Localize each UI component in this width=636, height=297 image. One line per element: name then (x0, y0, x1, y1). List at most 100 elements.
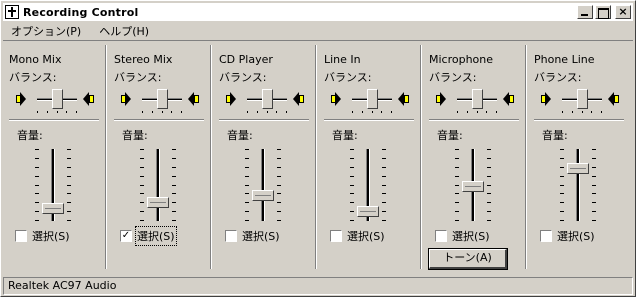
balance-ticks (352, 111, 392, 114)
select-checkbox[interactable] (435, 230, 447, 242)
speaker-left-icon (15, 91, 27, 107)
mixer-panel: Mono Mix バランス: 音量: 選択(S) Stereo Mix バランス: 音量: ✓… (3, 43, 633, 273)
title-bar[interactable]: Recording Control × (3, 3, 633, 21)
volume-slider[interactable] (455, 149, 491, 223)
menu-options[interactable]: オプション(P) (9, 22, 83, 40)
speaker-right-icon (83, 91, 95, 107)
channel-strip: Mono Mix バランス: 音量: 選択(S) (3, 43, 107, 273)
select-checkbox[interactable] (540, 230, 552, 242)
volume-ticks-left (245, 149, 249, 221)
volume-track (576, 149, 580, 221)
app-icon[interactable] (5, 5, 19, 19)
volume-ticks-left (350, 149, 354, 221)
select-checkbox[interactable]: ✓ (120, 230, 132, 242)
volume-label: 音量: (17, 129, 43, 142)
speaker-right-icon (398, 91, 410, 107)
balance-slider-thumb[interactable] (262, 89, 273, 109)
channel-name: Stereo Mix (114, 53, 173, 66)
volume-slider-thumb[interactable] (567, 162, 589, 174)
select-checkbox-row[interactable]: 選択(S) (15, 228, 70, 244)
channel-divider (534, 119, 624, 121)
channel-name: Phone Line (534, 53, 595, 66)
window-title: Recording Control (23, 5, 139, 19)
menu-help[interactable]: ヘルプ(H) (97, 22, 151, 40)
balance-slider-thumb[interactable] (367, 89, 378, 109)
volume-slider[interactable] (560, 149, 596, 223)
volume-ticks-right (382, 149, 386, 221)
channel-name: Line In (324, 53, 361, 66)
select-checkbox-row[interactable]: 選択(S) (540, 228, 595, 244)
volume-ticks-right (172, 149, 176, 221)
select-label[interactable]: 選択(S) (557, 228, 595, 244)
channel-separator (315, 45, 317, 269)
channel-separator (525, 45, 527, 269)
channel-strip: Stereo Mix バランス: 音量: ✓ 選択(S) (108, 43, 212, 273)
select-checkbox-row[interactable]: ✓ 選択(S) (120, 226, 177, 246)
volume-slider[interactable] (245, 149, 281, 223)
select-label[interactable]: 選択(S) (242, 228, 280, 244)
minimize-button[interactable] (577, 5, 593, 19)
volume-slider[interactable] (350, 149, 386, 223)
select-label[interactable]: 選択(S) (32, 228, 70, 244)
channel-separator (210, 45, 212, 269)
select-checkbox[interactable] (330, 230, 342, 242)
volume-slider[interactable] (35, 149, 71, 223)
volume-label: 音量: (542, 129, 568, 142)
balance-label: バランス: (114, 71, 162, 84)
channel-separator (420, 45, 422, 269)
select-label[interactable]: 選択(S) (135, 226, 177, 246)
speaker-right-icon (188, 91, 200, 107)
balance-label: バランス: (219, 71, 267, 84)
channel-divider (9, 119, 99, 121)
volume-slider-thumb[interactable] (42, 202, 64, 214)
select-checkbox[interactable] (225, 230, 237, 242)
channel-strip: Line In バランス: 音量: 選択(S) (318, 43, 422, 273)
select-label[interactable]: 選択(S) (452, 228, 490, 244)
speaker-right-icon (293, 91, 305, 107)
volume-ticks-right (487, 149, 491, 221)
select-checkbox[interactable] (15, 230, 27, 242)
select-checkbox-row[interactable]: 選択(S) (225, 228, 280, 244)
volume-slider-thumb[interactable] (462, 181, 484, 193)
volume-track (156, 149, 160, 221)
select-checkbox-row[interactable]: 選択(S) (330, 228, 385, 244)
select-checkbox-row[interactable]: 選択(S) (435, 228, 490, 244)
volume-slider-thumb[interactable] (147, 196, 169, 208)
volume-ticks-left (140, 149, 144, 221)
volume-slider[interactable] (140, 149, 176, 223)
speaker-right-icon (608, 91, 620, 107)
balance-slider-thumb[interactable] (52, 89, 63, 109)
close-button[interactable]: × (615, 5, 631, 19)
select-label[interactable]: 選択(S) (347, 228, 385, 244)
volume-track (261, 149, 265, 221)
volume-label: 音量: (437, 129, 463, 142)
menu-bar: オプション(P) ヘルプ(H) (3, 22, 633, 41)
volume-label: 音量: (122, 129, 148, 142)
channel-name: CD Player (219, 53, 273, 66)
maximize-button[interactable] (595, 5, 611, 19)
speaker-left-icon (120, 91, 132, 107)
balance-ticks (247, 111, 287, 114)
balance-slider-thumb[interactable] (157, 89, 168, 109)
channel-divider (114, 119, 204, 121)
balance-ticks (37, 111, 77, 114)
balance-label: バランス: (534, 71, 582, 84)
channel-strip: Microphone バランス: 音量: 選択(S) トーン(A) (423, 43, 527, 273)
volume-slider-thumb[interactable] (357, 205, 379, 217)
balance-slider-thumb[interactable] (472, 89, 483, 109)
volume-slider-thumb[interactable] (252, 190, 274, 202)
balance-ticks (562, 111, 602, 114)
volume-label: 音量: (332, 129, 358, 142)
speaker-left-icon (435, 91, 447, 107)
channel-strip: CD Player バランス: 音量: 選択(S) (213, 43, 317, 273)
tone-button[interactable]: トーン(A) (428, 248, 508, 270)
channel-name: Microphone (429, 53, 494, 66)
channel-strip: Phone Line バランス: 音量: 選択(S) (528, 43, 632, 273)
recording-control-window: Recording Control × オプション(P) ヘルプ(H) Mono… (0, 0, 636, 297)
channel-name: Mono Mix (9, 53, 62, 66)
volume-ticks-left (560, 149, 564, 221)
channel-divider (324, 119, 414, 121)
title-buttons: × (577, 5, 631, 19)
volume-ticks-right (592, 149, 596, 221)
balance-slider-thumb[interactable] (577, 89, 588, 109)
